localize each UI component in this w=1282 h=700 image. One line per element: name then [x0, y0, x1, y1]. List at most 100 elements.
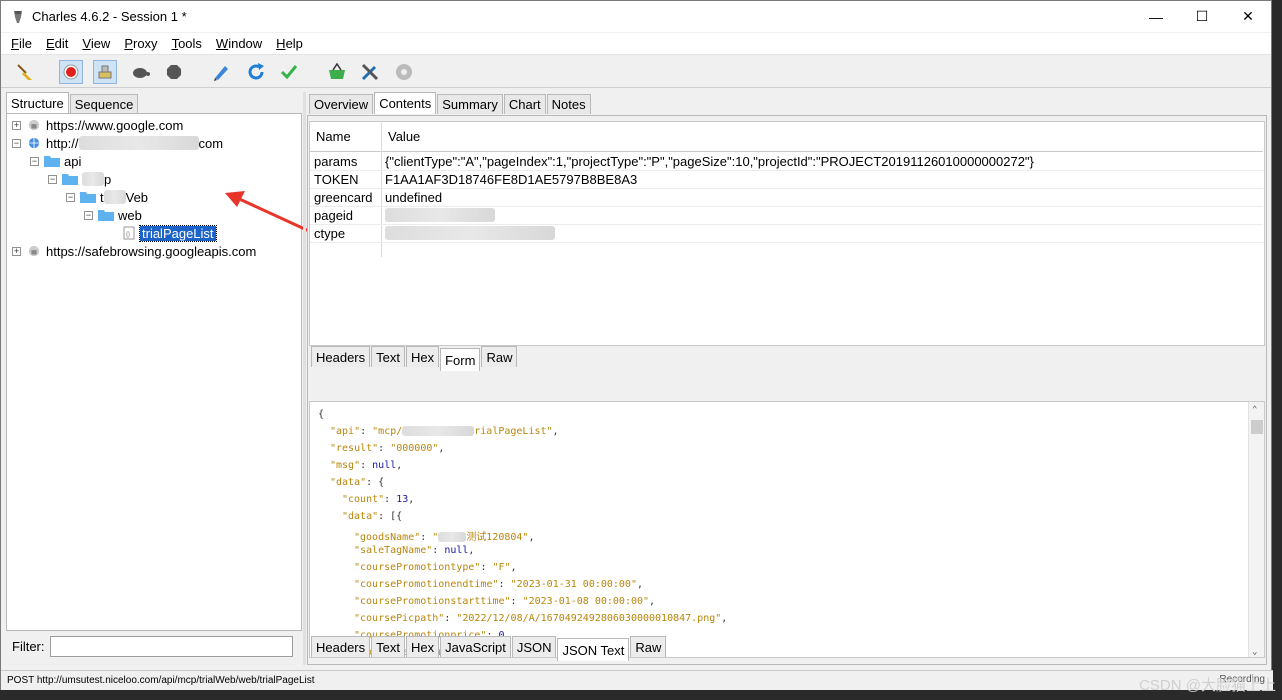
top-tab-bar: Overview Contents Summary Chart Notes	[309, 92, 592, 114]
contents-area: Name Value params {"clientType":"A","pag…	[307, 115, 1267, 665]
resp-tab-json-text[interactable]: JSON Text	[557, 638, 630, 661]
resp-tab-hex[interactable]: Hex	[405, 636, 440, 657]
tree-node-api[interactable]: − api	[30, 152, 81, 170]
table-row[interactable]: ctype	[310, 225, 1263, 243]
menu-view[interactable]: View	[75, 36, 117, 51]
maximize-button[interactable]: ☐	[1179, 1, 1225, 32]
json-line: "saleTagName": null,	[354, 545, 474, 556]
req-tab-headers[interactable]: Headers	[311, 346, 371, 367]
scroll-thumb[interactable]	[1251, 420, 1263, 434]
json-token: :	[510, 596, 523, 607]
json-token: "data"	[330, 477, 367, 488]
close-button[interactable]: ✕	[1225, 1, 1271, 32]
json-line: "coursePromotionstarttime": "2023-01-08 …	[354, 596, 655, 607]
json-token: ,	[552, 426, 559, 437]
json-token: ,	[721, 613, 728, 624]
split-divider[interactable]	[303, 92, 306, 665]
globe-icon	[28, 137, 40, 149]
menu-window[interactable]: Window	[209, 36, 269, 51]
menu-edit[interactable]: Edit	[39, 36, 75, 51]
req-tab-text[interactable]: Text	[371, 346, 405, 367]
tree-node-trialweb[interactable]: − t Veb	[66, 188, 148, 206]
menu-file[interactable]: File	[4, 36, 39, 51]
tab-contents[interactable]: Contents	[374, 92, 437, 114]
table-row[interactable]: greencard undefined	[310, 189, 1263, 207]
tree-node-google[interactable]: + https://www.google.com	[12, 116, 183, 134]
json-token: ,	[636, 579, 644, 590]
settings-icon[interactable]	[392, 60, 416, 84]
collapse-icon[interactable]: −	[66, 192, 75, 202]
json-token: : [{	[378, 511, 403, 522]
json-token: 测试120804"	[466, 532, 529, 543]
menu-proxy[interactable]: Proxy	[117, 36, 164, 51]
json-token: ,	[510, 562, 517, 573]
broom-icon[interactable]	[13, 60, 37, 84]
red-arrow-annotation	[225, 191, 310, 233]
redacted-folder	[82, 172, 104, 186]
filter-input[interactable]	[50, 636, 293, 657]
json-token: "result"	[330, 443, 379, 454]
tree-node-safebrowsing[interactable]: + https://safebrowsing.googleapis.com	[12, 242, 256, 260]
json-token: :	[384, 494, 397, 505]
pen-icon[interactable]	[209, 60, 233, 84]
folder-icon	[44, 156, 60, 167]
stop-icon[interactable]	[162, 60, 186, 84]
collapse-icon[interactable]: −	[12, 138, 21, 148]
resp-tab-javascript[interactable]: JavaScript	[440, 636, 511, 657]
resp-tab-headers[interactable]: Headers	[311, 636, 371, 657]
expand-icon[interactable]: +	[12, 246, 21, 256]
tab-overview[interactable]: Overview	[309, 94, 374, 114]
resp-tab-raw[interactable]: Raw	[630, 636, 667, 657]
table-row[interactable]: pageid	[310, 207, 1263, 225]
tab-notes[interactable]: Notes	[546, 94, 591, 114]
req-tab-form[interactable]: Form	[440, 348, 481, 371]
collapse-icon[interactable]: −	[30, 156, 39, 166]
throttle-icon[interactable]	[93, 60, 117, 84]
table-row[interactable]: params {"clientType":"A","pageIndex":1,"…	[310, 153, 1263, 171]
header-value[interactable]: Value	[382, 122, 1263, 152]
check-icon[interactable]	[277, 60, 301, 84]
scroll-up-icon[interactable]: ⌃	[1252, 405, 1257, 415]
header-name[interactable]: Name	[310, 122, 382, 152]
resp-tab-text[interactable]: Text	[371, 636, 405, 657]
json-token: {	[318, 409, 325, 420]
json-line: "count": 13,	[342, 494, 414, 505]
tree-node-web[interactable]: − web	[84, 206, 142, 224]
json-line: "data": {	[330, 477, 384, 488]
response-tab-bar: Headers Text Hex JavaScript JSON JSON Te…	[311, 636, 667, 661]
json-token: "coursePromotiontype"	[354, 562, 481, 573]
charles-window: Charles 4.6.2 - Session 1 * — ☐ ✕ File E…	[0, 0, 1273, 690]
resp-tab-json[interactable]: JSON	[511, 636, 557, 657]
tree-node-mcp[interactable]: − p	[48, 170, 111, 188]
tree-node-trialpagelist[interactable]: {} trialPageList	[122, 224, 217, 242]
redacted-folder	[103, 190, 126, 204]
collapse-icon[interactable]: −	[84, 210, 93, 220]
json-token: :	[432, 545, 445, 556]
menu-help[interactable]: Help	[269, 36, 310, 51]
tab-chart[interactable]: Chart	[503, 94, 546, 114]
vertical-scrollbar[interactable]: ⌃ ⌄	[1248, 402, 1264, 657]
redacted-text	[438, 532, 467, 542]
scroll-down-icon[interactable]: ⌄	[1252, 647, 1257, 657]
expand-icon[interactable]: +	[12, 120, 21, 130]
menu-tools[interactable]: Tools	[165, 36, 209, 51]
tab-sequence[interactable]: Sequence	[69, 94, 139, 114]
req-tab-hex[interactable]: Hex	[405, 346, 440, 367]
minimize-button[interactable]: —	[1133, 1, 1179, 32]
json-token: "count"	[342, 494, 385, 505]
collapse-icon[interactable]: −	[48, 174, 57, 184]
refresh-icon[interactable]	[244, 60, 268, 84]
basket-icon[interactable]	[325, 60, 349, 84]
table-row[interactable]: TOKEN F1AA1AF3D18746FE8D1AE5797B8BE8A3	[310, 171, 1263, 189]
req-tab-raw[interactable]: Raw	[481, 346, 518, 367]
json-token: "000000"	[390, 443, 439, 454]
tab-summary[interactable]: Summary	[437, 94, 503, 114]
tree-node-host[interactable]: − http:// com	[12, 134, 223, 152]
record-icon[interactable]	[59, 60, 83, 84]
json-token: :	[498, 579, 511, 590]
turtle-icon[interactable]	[129, 60, 153, 84]
tools-icon[interactable]	[358, 60, 382, 84]
json-line: "data": [{	[342, 511, 402, 522]
tab-structure[interactable]: Structure	[6, 92, 69, 114]
json-text-view[interactable]: {"api": "mcp/rialPageList", "result": "00…	[309, 401, 1265, 658]
